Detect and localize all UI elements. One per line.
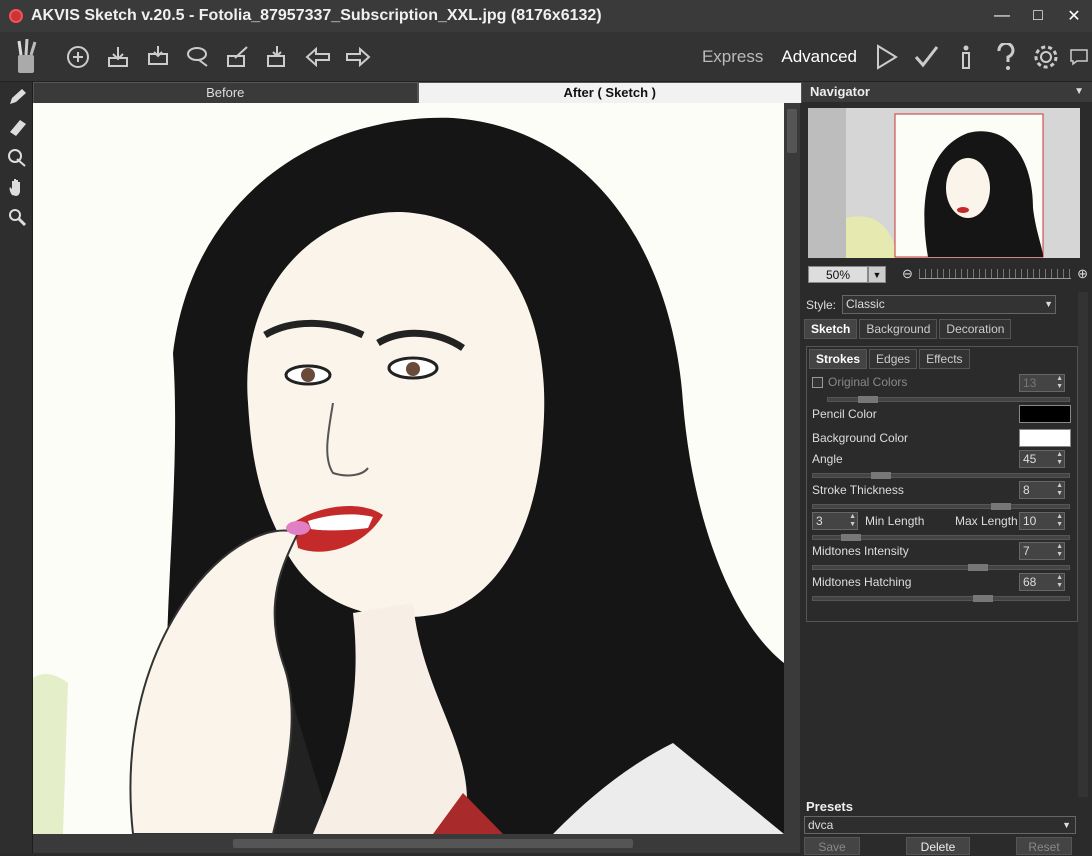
close-button[interactable]: ✕ [1056, 0, 1092, 32]
settings-gear-icon[interactable] [1026, 37, 1066, 77]
pencil-color-label: Pencil Color [812, 407, 877, 421]
info-icon[interactable] [946, 37, 986, 77]
app-logo-icon [9, 9, 23, 23]
zoom-in-icon[interactable]: ⊕ [1077, 266, 1088, 282]
midtones-intensity-label: Midtones Intensity [812, 544, 909, 558]
presets-label: Presets [806, 799, 853, 814]
run-play-icon[interactable] [866, 37, 906, 77]
midtones-intensity-slider[interactable] [812, 564, 1070, 571]
presets-section: Presets dvca ▼ Save Delete Reset [804, 798, 1080, 855]
strokes-panel: Strokes Edges Effects Original Colors 13… [806, 346, 1078, 622]
horizontal-scrollbar[interactable] [33, 834, 800, 853]
title-bar: AKVIS Sketch v.20.5 - Fotolia_87957337_S… [0, 0, 1092, 32]
panel-scrollbar[interactable] [1078, 292, 1088, 797]
stroke-thickness-label: Stroke Thickness [812, 483, 904, 497]
tab-before[interactable]: Before [33, 82, 418, 103]
open-file-icon[interactable] [58, 37, 98, 77]
zoom-controls: 50% ▼ ⊖ ⊕ [808, 265, 1088, 283]
navigator-preview[interactable] [808, 108, 1080, 258]
settings-tabs: Sketch Background Decoration [802, 319, 1012, 339]
zoom-value-field[interactable]: 50% [808, 265, 868, 283]
sketch-portrait-image [33, 103, 784, 834]
tab-decoration[interactable]: Decoration [939, 319, 1012, 339]
original-colors-slider[interactable] [827, 396, 1070, 403]
brush-tool-icon[interactable] [0, 142, 33, 172]
tab-strokes[interactable]: Strokes [809, 349, 868, 369]
original-colors-row: Original Colors [812, 375, 907, 389]
min-length-field[interactable]: 3 ▲ ▼ [812, 512, 858, 530]
background-color-swatch[interactable] [1019, 429, 1071, 447]
edit-strokes-icon[interactable] [218, 37, 258, 77]
midtones-hatching-slider[interactable] [812, 595, 1070, 602]
tab-edges[interactable]: Edges [869, 349, 918, 369]
style-row: Style: Classic ▼ [806, 295, 1088, 314]
reset-preset-button[interactable]: Reset [1016, 837, 1072, 855]
original-colors-checkbox[interactable] [812, 376, 823, 388]
zoom-slider[interactable] [918, 269, 1072, 279]
eraser-tool-icon[interactable] [0, 112, 33, 142]
feedback-icon[interactable] [1066, 37, 1092, 77]
midtones-intensity-field[interactable]: 7 ▲ ▼ [1019, 542, 1065, 560]
print-icon[interactable] [138, 37, 178, 77]
app-brush-logo-icon [6, 37, 46, 77]
redo-arrow-icon[interactable] [338, 37, 378, 77]
angle-slider[interactable] [812, 472, 1070, 479]
navigator-header: Navigator ▼ [802, 82, 1092, 102]
tab-after-sketch[interactable]: After ( Sketch ) [417, 82, 802, 103]
background-color-label: Background Color [812, 431, 909, 445]
vertical-scrollbar[interactable] [784, 103, 800, 834]
max-length-label: Max Length [955, 514, 1018, 528]
max-length-field[interactable]: 10 ▲ ▼ [1019, 512, 1065, 530]
express-mode-button[interactable]: Express [693, 47, 772, 67]
zoom-tool-icon[interactable] [0, 202, 33, 232]
tab-sketch[interactable]: Sketch [804, 319, 858, 339]
angle-label: Angle [812, 452, 843, 466]
angle-field[interactable]: 45 ▲ ▼ [1019, 450, 1065, 468]
sketch-subtabs: Strokes Edges Effects [809, 349, 972, 369]
zoom-out-icon[interactable]: ⊖ [902, 266, 913, 282]
toolbar: Express Advanced [0, 32, 1092, 82]
style-label: Style: [806, 297, 837, 312]
original-colors-field[interactable]: 13 ▲ ▼ [1019, 374, 1065, 392]
window-title: AKVIS Sketch v.20.5 - Fotolia_87957337_S… [31, 7, 602, 24]
stroke-thickness-field[interactable]: 8 ▲ ▼ [1019, 481, 1065, 499]
apply-checkmark-icon[interactable] [906, 37, 946, 77]
style-select[interactable]: Classic ▼ [842, 295, 1057, 314]
length-range-slider[interactable] [812, 534, 1070, 541]
tab-effects[interactable]: Effects [919, 349, 970, 369]
tools-panel [0, 82, 33, 853]
preset-select[interactable]: dvca ▼ [804, 816, 1076, 834]
undo-arrow-icon[interactable] [298, 37, 338, 77]
delete-preset-button[interactable]: Delete [906, 837, 970, 855]
load-strokes-icon[interactable] [178, 37, 218, 77]
settings-panel: Navigator ▼ 50% ▼ ⊖ ⊕ Style: Classic ▼ Ske… [802, 82, 1092, 855]
pencil-color-swatch[interactable] [1019, 405, 1071, 423]
pencil-tool-icon[interactable] [0, 82, 33, 112]
image-canvas[interactable] [33, 103, 784, 834]
save-strokes-icon[interactable] [258, 37, 298, 77]
midtones-hatching-field[interactable]: 68 ▲ ▼ [1019, 573, 1065, 591]
tab-background[interactable]: Background [859, 319, 938, 339]
save-file-icon[interactable] [98, 37, 138, 77]
midtones-hatching-label: Midtones Hatching [812, 575, 912, 589]
advanced-mode-button[interactable]: Advanced [772, 47, 866, 67]
maximize-button[interactable]: □ [1020, 0, 1056, 32]
chevron-down-icon: ▼ [1044, 299, 1054, 309]
min-length-label: Min Length [865, 514, 925, 528]
stroke-thickness-slider[interactable] [812, 503, 1070, 510]
zoom-dropdown-icon[interactable]: ▼ [868, 265, 886, 283]
chevron-down-icon: ▼ [1062, 820, 1071, 830]
collapse-arrow-icon[interactable]: ▼ [1074, 82, 1084, 102]
minimize-button[interactable]: — [984, 0, 1020, 32]
view-tabs: Before After ( Sketch ) [33, 82, 802, 103]
save-preset-button[interactable]: Save [804, 837, 860, 855]
hand-tool-icon[interactable] [0, 172, 33, 202]
help-icon[interactable] [986, 37, 1026, 77]
